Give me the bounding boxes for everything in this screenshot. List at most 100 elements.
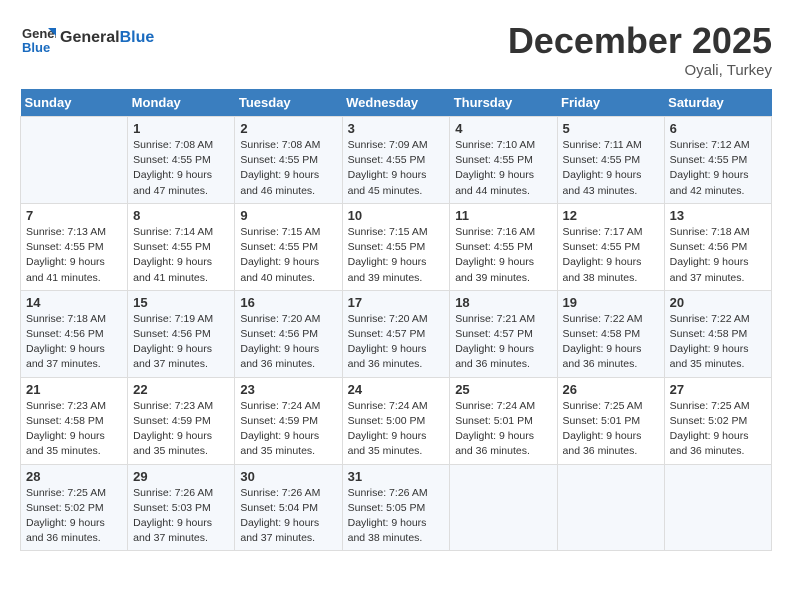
day-info: Sunrise: 7:25 AM Sunset: 5:01 PM Dayligh… bbox=[563, 399, 659, 460]
day-number: 12 bbox=[563, 208, 659, 223]
day-number: 5 bbox=[563, 121, 659, 136]
calendar-cell: 19 Sunrise: 7:22 AM Sunset: 4:58 PM Dayli… bbox=[557, 290, 664, 377]
day-number: 21 bbox=[26, 382, 122, 397]
day-info: Sunrise: 7:21 AM Sunset: 4:57 PM Dayligh… bbox=[455, 312, 551, 373]
day-info: Sunrise: 7:20 AM Sunset: 4:57 PM Dayligh… bbox=[348, 312, 445, 373]
calendar-cell: 15 Sunrise: 7:19 AM Sunset: 4:56 PM Dayli… bbox=[128, 290, 235, 377]
calendar-week-2: 7Sunrise: 7:13 AM Sunset: 4:55 PM Daylig… bbox=[21, 203, 772, 290]
title-block: December 2025 Oyali, Turkey bbox=[508, 20, 772, 79]
day-number: 1 bbox=[133, 121, 229, 136]
day-number: 2 bbox=[240, 121, 336, 136]
day-number: 25 bbox=[455, 382, 551, 397]
svg-text:Blue: Blue bbox=[22, 40, 50, 55]
calendar-cell: 7Sunrise: 7:13 AM Sunset: 4:55 PM Daylig… bbox=[21, 203, 128, 290]
day-number: 14 bbox=[26, 295, 122, 310]
calendar-week-5: 28 Sunrise: 7:25 AM Sunset: 5:02 PM Dayli… bbox=[21, 464, 772, 551]
calendar-cell bbox=[21, 117, 128, 204]
month-title: December 2025 bbox=[508, 20, 772, 62]
day-info: Sunrise: 7:15 AM Sunset: 4:55 PM Dayligh… bbox=[240, 225, 336, 286]
calendar-cell bbox=[664, 464, 771, 551]
calendar-cell: 16Sunrise: 7:20 AM Sunset: 4:56 PM Dayli… bbox=[235, 290, 342, 377]
calendar-cell: 30Sunrise: 7:26 AM Sunset: 5:04 PM Dayli… bbox=[235, 464, 342, 551]
day-info: Sunrise: 7:24 AM Sunset: 4:59 PM Dayligh… bbox=[240, 399, 336, 460]
calendar-week-3: 14 Sunrise: 7:18 AM Sunset: 4:56 PM Dayli… bbox=[21, 290, 772, 377]
day-number: 24 bbox=[348, 382, 445, 397]
day-number: 19 bbox=[563, 295, 659, 310]
calendar-cell bbox=[557, 464, 664, 551]
logo-icon: General Blue bbox=[20, 20, 56, 56]
calendar-table: SundayMondayTuesdayWednesdayThursdayFrid… bbox=[20, 89, 772, 551]
calendar-cell: 21 Sunrise: 7:23 AM Sunset: 4:58 PM Dayli… bbox=[21, 377, 128, 464]
day-number: 13 bbox=[670, 208, 766, 223]
day-info: Sunrise: 7:24 AM Sunset: 5:00 PM Dayligh… bbox=[348, 399, 445, 460]
calendar-cell: 11 Sunrise: 7:16 AM Sunset: 4:55 PM Dayli… bbox=[450, 203, 557, 290]
weekday-header-sunday: Sunday bbox=[21, 89, 128, 117]
day-number: 31 bbox=[348, 469, 445, 484]
calendar-cell: 9 Sunrise: 7:15 AM Sunset: 4:55 PM Daylig… bbox=[235, 203, 342, 290]
calendar-cell: 4Sunrise: 7:10 AM Sunset: 4:55 PM Daylig… bbox=[450, 117, 557, 204]
day-info: Sunrise: 7:22 AM Sunset: 4:58 PM Dayligh… bbox=[563, 312, 659, 373]
calendar-cell: 24 Sunrise: 7:24 AM Sunset: 5:00 PM Dayli… bbox=[342, 377, 450, 464]
calendar-week-4: 21 Sunrise: 7:23 AM Sunset: 4:58 PM Dayli… bbox=[21, 377, 772, 464]
day-number: 18 bbox=[455, 295, 551, 310]
day-info: Sunrise: 7:26 AM Sunset: 5:03 PM Dayligh… bbox=[133, 486, 229, 547]
calendar-cell: 22 Sunrise: 7:23 AM Sunset: 4:59 PM Dayli… bbox=[128, 377, 235, 464]
day-info: Sunrise: 7:26 AM Sunset: 5:04 PM Dayligh… bbox=[240, 486, 336, 547]
day-number: 6 bbox=[670, 121, 766, 136]
day-number: 28 bbox=[26, 469, 122, 484]
calendar-cell: 17 Sunrise: 7:20 AM Sunset: 4:57 PM Dayli… bbox=[342, 290, 450, 377]
calendar-cell: 1 Sunrise: 7:08 AM Sunset: 4:55 PM Daylig… bbox=[128, 117, 235, 204]
calendar-cell: 6 Sunrise: 7:12 AM Sunset: 4:55 PM Daylig… bbox=[664, 117, 771, 204]
day-number: 3 bbox=[348, 121, 445, 136]
day-number: 11 bbox=[455, 208, 551, 223]
day-number: 27 bbox=[670, 382, 766, 397]
calendar-cell: 29 Sunrise: 7:26 AM Sunset: 5:03 PM Dayli… bbox=[128, 464, 235, 551]
day-number: 29 bbox=[133, 469, 229, 484]
calendar-cell: 18 Sunrise: 7:21 AM Sunset: 4:57 PM Dayli… bbox=[450, 290, 557, 377]
day-info: Sunrise: 7:18 AM Sunset: 4:56 PM Dayligh… bbox=[26, 312, 122, 373]
calendar-week-1: 1 Sunrise: 7:08 AM Sunset: 4:55 PM Daylig… bbox=[21, 117, 772, 204]
day-info: Sunrise: 7:23 AM Sunset: 4:59 PM Dayligh… bbox=[133, 399, 229, 460]
weekday-header-wednesday: Wednesday bbox=[342, 89, 450, 117]
day-number: 20 bbox=[670, 295, 766, 310]
calendar-cell bbox=[450, 464, 557, 551]
day-info: Sunrise: 7:25 AM Sunset: 5:02 PM Dayligh… bbox=[26, 486, 122, 547]
day-info: Sunrise: 7:23 AM Sunset: 4:58 PM Dayligh… bbox=[26, 399, 122, 460]
calendar-cell: 3 Sunrise: 7:09 AM Sunset: 4:55 PM Daylig… bbox=[342, 117, 450, 204]
logo: General Blue GeneralBlue bbox=[20, 20, 154, 56]
calendar-cell: 8 Sunrise: 7:14 AM Sunset: 4:55 PM Daylig… bbox=[128, 203, 235, 290]
day-info: Sunrise: 7:24 AM Sunset: 5:01 PM Dayligh… bbox=[455, 399, 551, 460]
weekday-header-friday: Friday bbox=[557, 89, 664, 117]
day-info: Sunrise: 7:22 AM Sunset: 4:58 PM Dayligh… bbox=[670, 312, 766, 373]
calendar-cell: 20 Sunrise: 7:22 AM Sunset: 4:58 PM Dayli… bbox=[664, 290, 771, 377]
day-info: Sunrise: 7:08 AM Sunset: 4:55 PM Dayligh… bbox=[133, 138, 229, 199]
calendar-cell: 31Sunrise: 7:26 AM Sunset: 5:05 PM Dayli… bbox=[342, 464, 450, 551]
calendar-cell: 25 Sunrise: 7:24 AM Sunset: 5:01 PM Dayli… bbox=[450, 377, 557, 464]
day-number: 9 bbox=[240, 208, 336, 223]
day-number: 8 bbox=[133, 208, 229, 223]
day-info: Sunrise: 7:08 AM Sunset: 4:55 PM Dayligh… bbox=[240, 138, 336, 199]
day-info: Sunrise: 7:12 AM Sunset: 4:55 PM Dayligh… bbox=[670, 138, 766, 199]
calendar-cell: 2 Sunrise: 7:08 AM Sunset: 4:55 PM Daylig… bbox=[235, 117, 342, 204]
weekday-header-saturday: Saturday bbox=[664, 89, 771, 117]
calendar-cell: 26Sunrise: 7:25 AM Sunset: 5:01 PM Dayli… bbox=[557, 377, 664, 464]
day-info: Sunrise: 7:15 AM Sunset: 4:55 PM Dayligh… bbox=[348, 225, 445, 286]
calendar-cell: 13 Sunrise: 7:18 AM Sunset: 4:56 PM Dayli… bbox=[664, 203, 771, 290]
day-info: Sunrise: 7:19 AM Sunset: 4:56 PM Dayligh… bbox=[133, 312, 229, 373]
day-number: 15 bbox=[133, 295, 229, 310]
weekday-header-row: SundayMondayTuesdayWednesdayThursdayFrid… bbox=[21, 89, 772, 117]
day-info: Sunrise: 7:16 AM Sunset: 4:55 PM Dayligh… bbox=[455, 225, 551, 286]
calendar-cell: 12Sunrise: 7:17 AM Sunset: 4:55 PM Dayli… bbox=[557, 203, 664, 290]
day-number: 22 bbox=[133, 382, 229, 397]
calendar-cell: 27 Sunrise: 7:25 AM Sunset: 5:02 PM Dayli… bbox=[664, 377, 771, 464]
day-number: 17 bbox=[348, 295, 445, 310]
day-number: 10 bbox=[348, 208, 445, 223]
calendar-cell: 10 Sunrise: 7:15 AM Sunset: 4:55 PM Dayli… bbox=[342, 203, 450, 290]
day-number: 23 bbox=[240, 382, 336, 397]
day-info: Sunrise: 7:25 AM Sunset: 5:02 PM Dayligh… bbox=[670, 399, 766, 460]
page-header: General Blue GeneralBlue December 2025 O… bbox=[20, 20, 772, 79]
day-number: 7 bbox=[26, 208, 122, 223]
day-info: Sunrise: 7:14 AM Sunset: 4:55 PM Dayligh… bbox=[133, 225, 229, 286]
day-info: Sunrise: 7:18 AM Sunset: 4:56 PM Dayligh… bbox=[670, 225, 766, 286]
day-info: Sunrise: 7:09 AM Sunset: 4:55 PM Dayligh… bbox=[348, 138, 445, 199]
